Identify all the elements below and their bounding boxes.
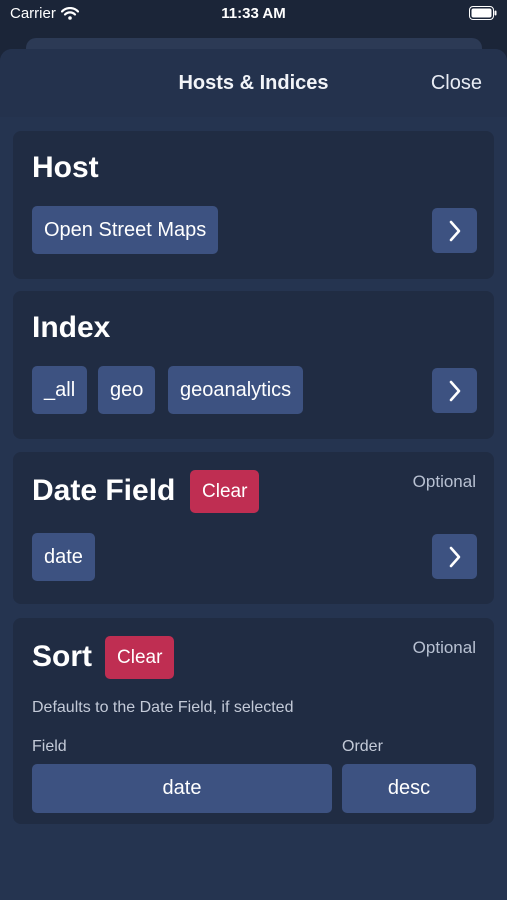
index-chip-all[interactable]: _all <box>32 366 88 414</box>
sort-order-label: Order <box>342 738 383 755</box>
chevron-right-icon <box>449 546 460 567</box>
sort-optional-label: Optional <box>412 638 476 657</box>
hosts-indices-sheet: Hosts & Indices Close Host Open Street M… <box>0 49 507 900</box>
host-chip[interactable]: Open Street Maps <box>32 206 219 254</box>
date-field-title: Date Field <box>32 474 176 507</box>
sort-title: Sort <box>32 640 92 673</box>
sort-clear-button[interactable]: Clear <box>105 636 175 679</box>
index-card: Index _all geo geoanalytics <box>13 291 494 439</box>
chevron-right-icon <box>449 380 460 401</box>
sort-card: Sort Clear Optional Defaults to the Date… <box>13 618 494 824</box>
date-field-clear-button[interactable]: Clear <box>190 470 260 513</box>
host-select-button[interactable] <box>432 208 477 253</box>
date-field-chip[interactable]: date <box>32 533 95 581</box>
status-time: 11:33 AM <box>221 5 286 22</box>
battery-icon <box>469 6 497 20</box>
date-field-card: Date Field Clear Optional date <box>13 452 494 604</box>
sort-hint: Defaults to the Date Field, if selected <box>32 699 294 716</box>
sort-field-label: Field <box>32 738 67 755</box>
close-button[interactable]: Close <box>431 72 482 95</box>
host-card: Host Open Street Maps <box>13 131 494 279</box>
sort-order-button[interactable]: desc <box>342 764 476 813</box>
navigation-bar: Hosts & Indices Close <box>0 49 507 117</box>
sort-field-button[interactable]: date <box>32 764 332 813</box>
status-bar: Carrier 11:33 AM <box>0 0 507 30</box>
index-chip-geo[interactable]: geo <box>98 366 156 414</box>
host-title: Host <box>32 151 99 184</box>
index-title: Index <box>32 311 111 344</box>
date-field-optional-label: Optional <box>412 472 476 491</box>
index-chip-geoanalytics[interactable]: geoanalytics <box>168 366 304 414</box>
index-select-button[interactable] <box>432 368 477 413</box>
date-field-select-button[interactable] <box>432 534 477 579</box>
chevron-right-icon <box>449 220 460 241</box>
